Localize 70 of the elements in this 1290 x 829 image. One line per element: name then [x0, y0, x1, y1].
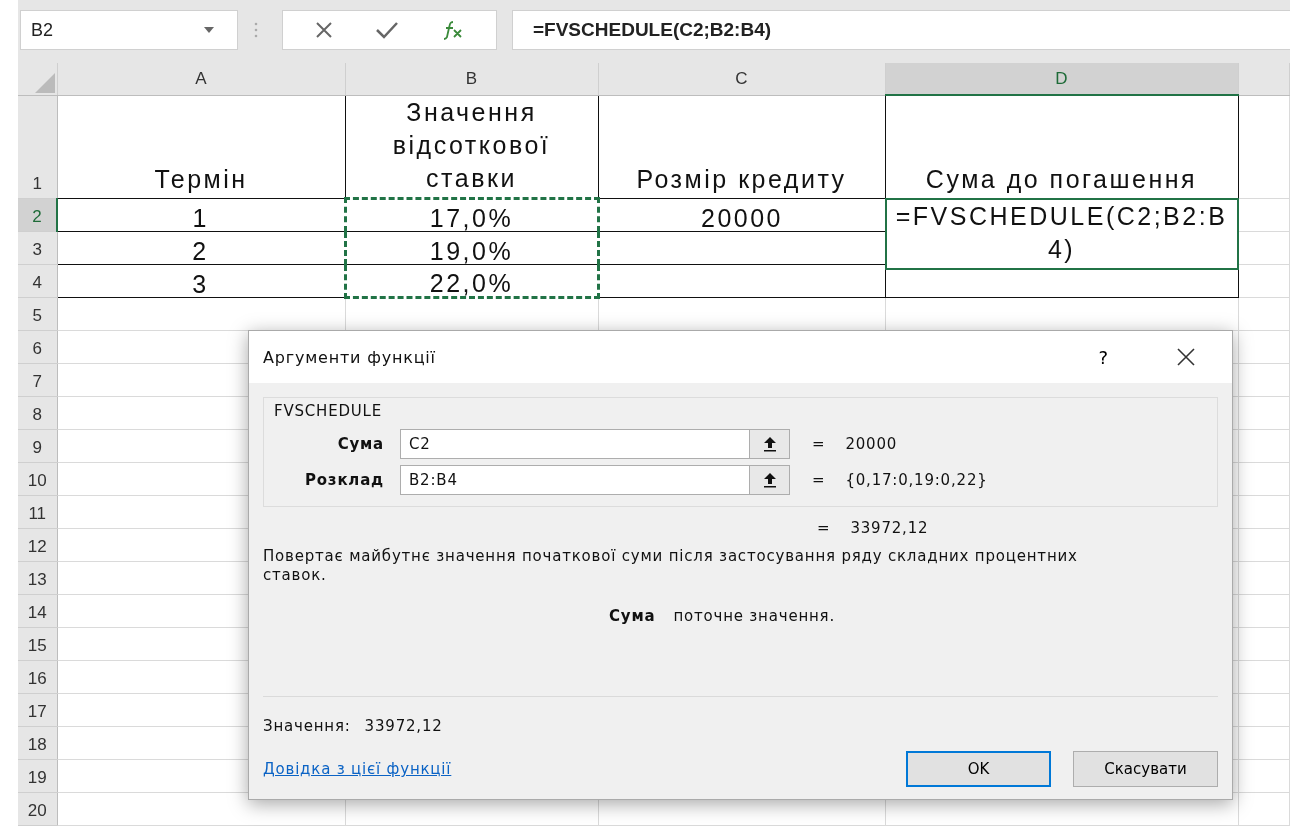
row-header[interactable]: 17 [18, 693, 57, 726]
formula-text: =FVSCHEDULE(C2;B2:B4) [533, 19, 772, 41]
row-header[interactable]: 12 [18, 528, 57, 561]
column-header[interactable]: B [345, 63, 598, 95]
formula-field[interactable]: =FVSCHEDULE(C2;B2:B4) [512, 10, 1290, 50]
arrow-up-icon [761, 472, 778, 488]
cell-text: 3 [192, 269, 209, 298]
cell-text: 22,0% [429, 268, 514, 297]
formula-result: 33972,12 [850, 519, 929, 537]
caret-icon[interactable] [203, 26, 215, 34]
equals-sign: = [817, 519, 831, 537]
argument-label: Розклад [303, 471, 384, 489]
column-header[interactable]: A [57, 63, 345, 95]
name-box[interactable]: B2 [20, 10, 238, 50]
equals-sign: = [812, 471, 826, 489]
collapse-button[interactable] [749, 430, 789, 458]
row-header[interactable]: 18 [18, 726, 57, 759]
argument-name: Сума [609, 607, 656, 625]
row-header[interactable]: 11 [18, 495, 57, 528]
row-header[interactable]: 6 [18, 330, 57, 363]
cell-text: 19,0% [429, 236, 514, 265]
row-header[interactable]: 3 [18, 231, 57, 264]
arrow-up-icon [761, 436, 778, 452]
column-header[interactable]: C [598, 63, 885, 95]
help-button[interactable]: ? [1094, 346, 1112, 368]
cell-reference: B2 [31, 19, 54, 41]
argument-result: 20000 [845, 435, 898, 453]
cell-text: Розмір кредиту [636, 164, 847, 193]
row-header[interactable]: 4 [18, 264, 57, 297]
function-description: Повертає майбутнє значення початкової суми після застосування ряду складних процентних ставок. [263, 547, 1079, 585]
argument-result: {0,17:0,19:0,22} [845, 471, 988, 489]
row-header[interactable]: 19 [18, 759, 57, 792]
row-header[interactable]: 20 [18, 792, 57, 825]
row-header[interactable]: 16 [18, 660, 57, 693]
function-name: FVSCHEDULE [274, 402, 383, 420]
check-icon[interactable] [375, 20, 400, 40]
value-label: Значення: [263, 717, 351, 735]
row-header[interactable]: 13 [18, 561, 57, 594]
row-header[interactable]: 7 [18, 363, 57, 396]
row-header[interactable]: 2 [18, 198, 57, 231]
cell-text: Сума до погашення [925, 164, 1198, 193]
column-header[interactable]: D [885, 63, 1238, 95]
cell-text: 20000 [701, 203, 783, 232]
row-header[interactable]: 14 [18, 594, 57, 627]
equals-sign: = [812, 435, 826, 453]
ok-button[interactable]: OK [906, 751, 1051, 787]
cancel-button[interactable]: Скасувати [1073, 751, 1218, 787]
cell-editor[interactable]: =FVSCHEDULE(C2;B2:B4) [884, 197, 1239, 270]
help-link[interactable]: Довідка з цієї функції [263, 760, 452, 778]
cell-text: 17,0% [429, 203, 514, 232]
cell-text: 1 [192, 203, 209, 232]
row-header[interactable]: 1 [18, 95, 57, 198]
argument-label: Сума [336, 435, 384, 453]
cell-text: Значення відсоткової ставки [392, 97, 551, 192]
row-header[interactable]: 10 [18, 462, 57, 495]
cancel-icon[interactable] [313, 20, 334, 40]
close-icon[interactable] [1176, 347, 1196, 367]
dialog-title: Аргументи функції [263, 347, 437, 367]
row-header[interactable]: 15 [18, 627, 57, 660]
row-header[interactable]: 9 [18, 429, 57, 462]
row-header[interactable]: 8 [18, 396, 57, 429]
collapse-button[interactable] [749, 466, 789, 494]
row-header[interactable]: 5 [18, 297, 57, 330]
cell-text: 2 [192, 236, 209, 265]
grip-icon [254, 22, 258, 38]
cell-text: Термін [154, 164, 248, 193]
value-text: 33972,12 [364, 717, 443, 735]
argument-field[interactable]: B2:B4 [400, 465, 790, 495]
argument-description: поточне значення. [673, 607, 835, 625]
argument-field[interactable]: C2 [400, 429, 790, 459]
